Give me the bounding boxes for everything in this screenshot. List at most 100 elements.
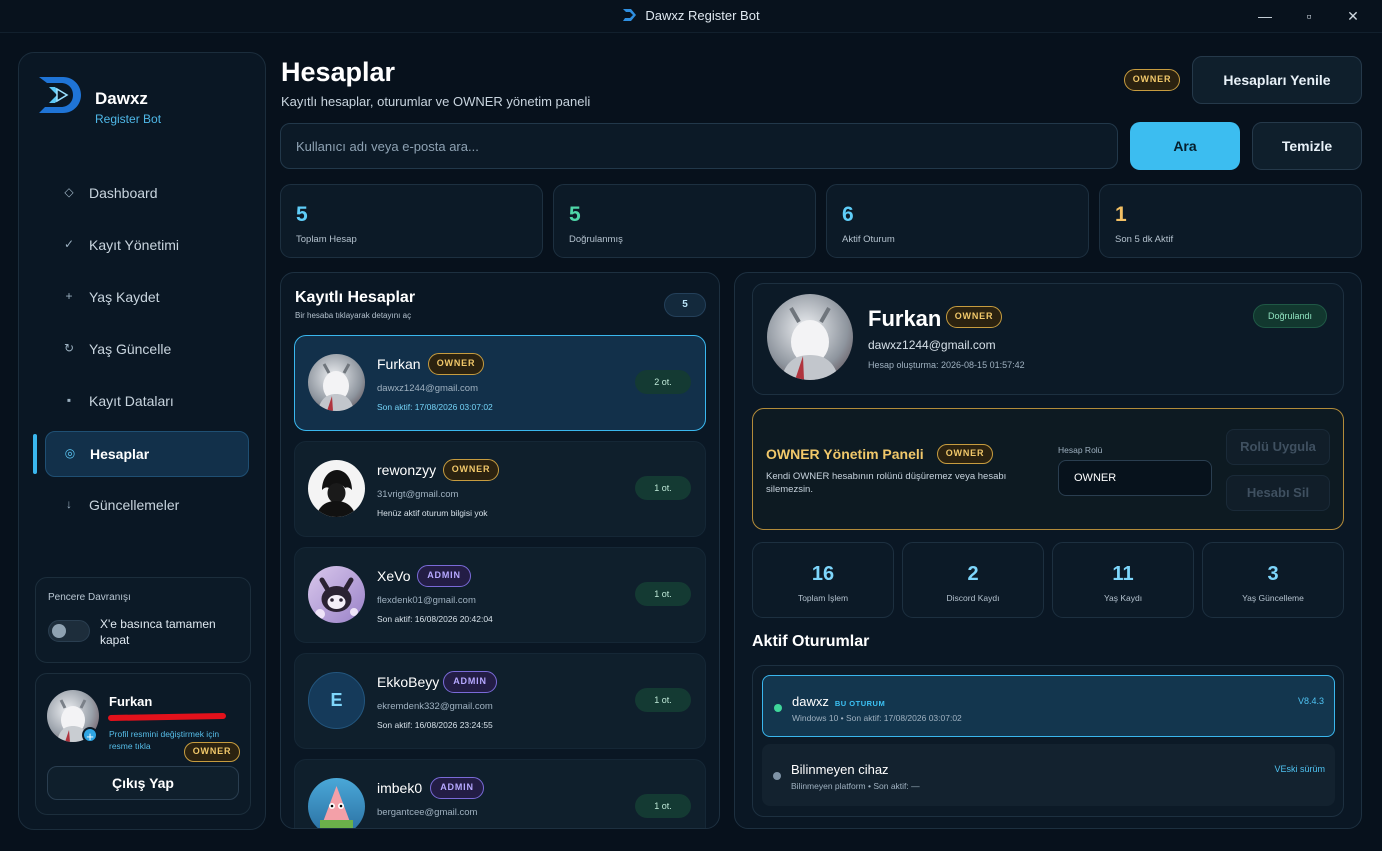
nav-item-kayit-yonetimi[interactable]: ✓ Kayıt Yönetimi (45, 223, 249, 269)
active-indicator (33, 434, 37, 474)
detail-stat-discord: 2 Discord Kaydı (902, 542, 1044, 618)
nav-item-kayit-datalari[interactable]: ▪ Kayıt Dataları (45, 379, 249, 425)
detail-stat-age-updates: 3 Yaş Güncelleme (1202, 542, 1344, 618)
account-role-badge: ADMIN (417, 565, 471, 587)
nav-label: Yaş Güncelle (89, 341, 172, 357)
role-field-label: Hesap Rolü (1058, 445, 1103, 455)
detail-stat-label: Yaş Güncelleme (1242, 593, 1304, 603)
brand-logo-icon (39, 77, 81, 113)
account-session-count: 1 ot. (635, 688, 691, 712)
nav-item-hesaplar[interactable]: ◎ Hesaplar (45, 431, 249, 477)
accounts-list-panel: Kayıtlı Hesaplar Bir hesaba tıklayarak d… (280, 272, 720, 829)
detail-stat-value: 16 (811, 563, 835, 585)
refresh-accounts-button[interactable]: Hesapları Yenile (1192, 56, 1362, 104)
change-avatar-plus-icon[interactable]: + (82, 727, 98, 744)
window-title-area: Dawxz Register Bot (0, 8, 1382, 23)
delete-account-button[interactable]: Hesabı Sil (1226, 475, 1330, 511)
nav-label: Hesaplar (90, 446, 150, 462)
apply-role-button[interactable]: Rolü Uygula (1226, 429, 1330, 465)
profile-hint: Profil resmini değiştirmek için resme tı… (109, 729, 220, 751)
avatar (308, 354, 365, 411)
nav-label: Dashboard (89, 185, 158, 201)
detail-role-badge: OWNER (946, 306, 1002, 328)
stat-value: 6 (842, 203, 854, 226)
session-name: Bilinmeyen cihaz (791, 762, 889, 777)
account-card[interactable]: XeVo ADMIN flexdenk01@gmail.com Son akti… (294, 547, 706, 643)
search-input[interactable]: Kullanıcı adı veya e-posta ara... (280, 123, 1118, 169)
sessions-title: Aktif Oturumlar (752, 633, 870, 650)
session-row[interactable]: Bilinmeyen cihaz Bilinmeyen platform • S… (762, 744, 1335, 806)
account-detail-header: Furkan OWNER dawxz1244@gmail.com Hesap o… (752, 283, 1344, 395)
detail-stat-label: Toplam İşlem (797, 593, 849, 603)
nav-item-dashboard[interactable]: ◇ Dashboard (45, 171, 249, 217)
account-role-badge: ADMIN (443, 671, 497, 693)
maximize-button[interactable]: ▫ (1294, 6, 1324, 26)
accounts-panel-subtitle: Bir hesaba tıklayarak detayını aç (295, 311, 412, 320)
plus-icon: + (65, 289, 73, 303)
square-icon: ▪ (66, 393, 72, 407)
session-meta: Windows 10 • Son aktif: 17/08/2026 03:07… (792, 713, 962, 723)
check-icon: ✓ (63, 237, 75, 251)
account-role-badge: ADMIN (430, 777, 484, 799)
window-behavior-title: Pencere Davranışı (48, 592, 131, 603)
window-behavior-card: Pencere Davranışı X'e basınca tamamen ka… (35, 577, 251, 663)
redaction-scribble (107, 712, 227, 722)
stat-card-verified: 5 Doğrulanmış (553, 184, 816, 258)
clear-button[interactable]: Temizle (1252, 122, 1362, 170)
account-session-count: 1 ot. (635, 794, 691, 818)
account-name: imbek0 (377, 780, 423, 796)
verified-badge: Doğrulandı (1253, 304, 1327, 328)
account-email: bergantcee@gmail.com (377, 807, 478, 818)
account-status: Henüz aktif oturum bilgisi yok (377, 508, 488, 518)
logout-button[interactable]: Çıkış Yap (47, 766, 239, 800)
nav-item-yas-kaydet[interactable]: + Yaş Kaydet (45, 275, 249, 321)
avatar (308, 778, 365, 828)
status-dot (773, 772, 781, 780)
status-dot (774, 704, 782, 712)
profile-card: + Furkan OWNER Profil resmini değiştirme… (35, 673, 251, 815)
detail-stat-total-ops: 16 Toplam İşlem (752, 542, 894, 618)
account-role-badge: OWNER (443, 459, 499, 481)
session-row[interactable]: dawxz BU OTURUM Windows 10 • Son aktif: 1… (762, 675, 1335, 737)
nav-label: Kayıt Dataları (89, 393, 174, 409)
detail-name: Furkan (868, 306, 942, 331)
nav-item-yas-guncelle[interactable]: ↻ Yaş Güncelle (45, 327, 249, 373)
stat-value: 5 (296, 203, 308, 226)
account-card[interactable]: imbek0 ADMIN bergantcee@gmail.com 1 ot. (294, 759, 706, 828)
avatar-letter: E (330, 690, 343, 710)
app-logo-icon (623, 9, 637, 21)
search-button[interactable]: Ara (1130, 122, 1240, 170)
account-name: XeVo (377, 568, 411, 584)
refresh-icon: ↻ (63, 341, 75, 355)
account-session-count: 1 ot. (635, 476, 691, 500)
current-session-tag: BU OTURUM (834, 699, 886, 708)
minimize-button[interactable]: — (1250, 6, 1280, 26)
account-card[interactable]: Furkan OWNER dawxz1244@gmail.com Son akt… (294, 335, 706, 431)
owner-panel-description: Kendi OWNER hesabının rolünü düşüremez v… (766, 471, 1007, 495)
stat-label: Doğrulanmış (569, 234, 623, 245)
account-email: flexdenk01@gmail.com (377, 595, 476, 606)
account-status: Son aktif: 16/08/2026 23:24:55 (377, 720, 493, 730)
account-name: Furkan (377, 356, 421, 372)
brand-name: Dawxz (95, 89, 148, 108)
close-on-x-toggle[interactable] (48, 620, 90, 642)
page-subtitle: Kayıtlı hesaplar, oturumlar ve OWNER yön… (281, 94, 591, 109)
accounts-count-badge: 5 (664, 293, 706, 317)
role-select[interactable]: OWNER (1058, 460, 1212, 496)
detail-stat-label: Discord Kaydı (946, 593, 1000, 603)
detail-stat-value: 2 (967, 563, 979, 585)
account-card[interactable]: E EkkoBeyy ADMIN ekremdenk332@gmail.com … (294, 653, 706, 749)
avatar (308, 566, 365, 623)
close-button[interactable]: ✕ (1338, 6, 1368, 26)
account-detail-panel: Furkan OWNER dawxz1244@gmail.com Hesap o… (734, 272, 1362, 829)
nav-label: Yaş Kaydet (89, 289, 160, 305)
account-email: dawxz1244@gmail.com (377, 383, 478, 394)
session-version: VEski sürüm (1274, 764, 1325, 774)
nav-label: Kayıt Yönetimi (89, 237, 180, 253)
account-email: ekremdenk332@gmail.com (377, 701, 493, 712)
account-card[interactable]: rewonzyy OWNER 31vrigt@gmail.com Henüz a… (294, 441, 706, 537)
avatar: E (308, 672, 365, 729)
session-version: V8.4.3 (1297, 696, 1324, 706)
sessions-list: dawxz BU OTURUM Windows 10 • Son aktif: 1… (752, 665, 1344, 817)
nav-item-guncellemeler[interactable]: ↓ Güncellemeler (45, 483, 249, 529)
